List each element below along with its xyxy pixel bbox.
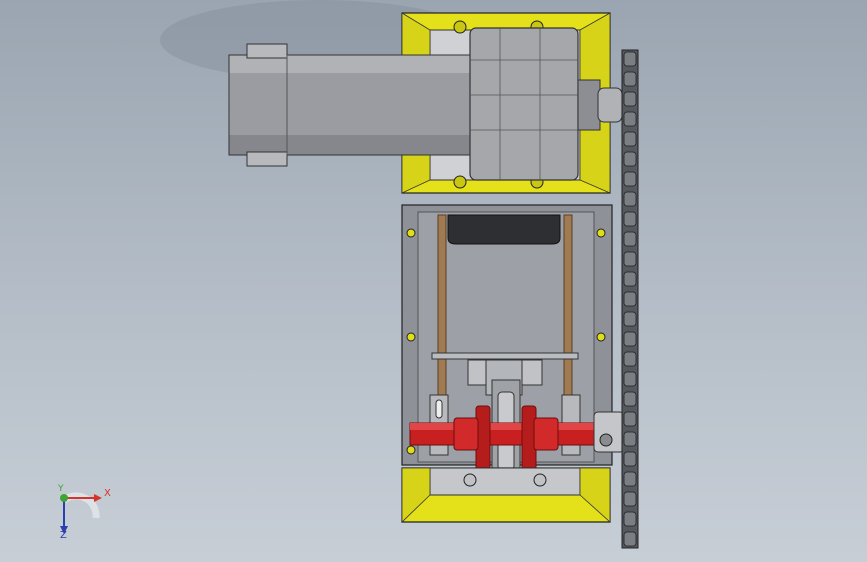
cad-model[interactable] xyxy=(0,0,867,562)
cad-viewport[interactable]: X Y Z xyxy=(0,0,867,562)
y-axis-label: Y xyxy=(58,484,64,494)
x-axis-label: X xyxy=(104,488,111,499)
roller-chain[interactable] xyxy=(621,49,639,549)
bottom-yellow-frame[interactable] xyxy=(401,467,611,523)
z-axis-label: Z xyxy=(60,530,67,541)
